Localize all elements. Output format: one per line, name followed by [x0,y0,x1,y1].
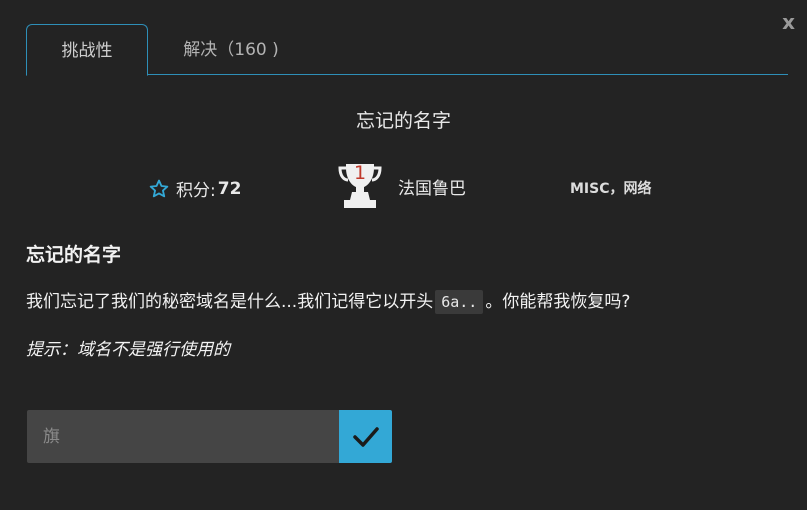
tab-bar: 挑战性 解决（160 ) [26,24,788,76]
submit-button[interactable] [339,410,392,463]
star-outline-icon [149,179,169,197]
hint-text: 提示：域名不是强行使用的 [26,340,230,360]
challenge-meta: 积分: 72 1 法国鲁巴 MISC，网络 [0,160,807,216]
tab-challenge[interactable]: 挑战性 [26,24,148,76]
points-label: 积分: [176,181,216,201]
flag-form [27,410,392,463]
description-text-before: 我们忘记了我们的秘密域名是什么...我们记得它以开头 [26,292,434,312]
points-value: 72 [217,178,242,199]
challenge-modal: x 挑战性 解决（160 ) 忘记的名字 积分: 72 1 法国鲁巴 MISC，… [0,0,807,510]
description-heading: 忘记的名字 [26,244,122,266]
points-info: 积分: 72 [148,176,241,201]
tab-solves[interactable]: 解决（160 ) [176,24,286,74]
trophy-icon: 1 [338,160,382,216]
first-blood-rank: 1 [353,162,367,184]
description-text-after: 。你能帮我恢复吗? [485,292,631,312]
challenge-tags: MISC，网络 [570,181,652,197]
challenge-title: 忘记的名字 [355,110,451,132]
first-blood-holder: 法国鲁巴 [398,179,466,199]
checkmark-icon [352,426,379,447]
description-text: 我们忘记了我们的秘密域名是什么...我们记得它以开头 6a.. 。你能帮我恢复吗? [26,287,631,314]
description-code: 6a.. [435,290,484,314]
flag-input[interactable] [27,410,339,463]
